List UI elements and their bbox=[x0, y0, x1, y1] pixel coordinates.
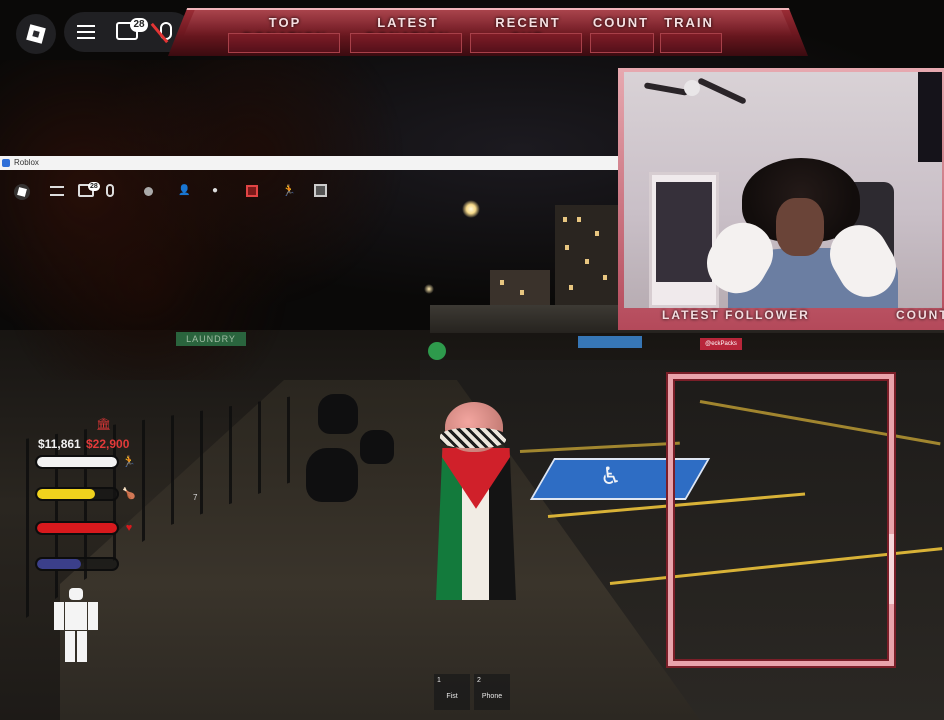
slot-label: Fist bbox=[446, 693, 458, 700]
roblox-logo-button[interactable] bbox=[16, 14, 56, 54]
slot-label: Phone bbox=[481, 693, 503, 700]
hunger-fill bbox=[37, 489, 95, 499]
latest-donation-value-box bbox=[350, 33, 462, 53]
train-value-box bbox=[660, 33, 722, 53]
street-lamp-distant bbox=[424, 284, 434, 294]
blue-storefront-sign bbox=[578, 336, 642, 348]
webcam-feed bbox=[624, 72, 942, 308]
roblox-logo-icon[interactable] bbox=[14, 184, 30, 200]
map-icon[interactable] bbox=[314, 184, 327, 197]
mic-muted-icon[interactable] bbox=[106, 184, 114, 197]
label-count: COUNT bbox=[592, 15, 650, 30]
follower-count-label: COUNT bbox=[896, 308, 944, 322]
menu-icon[interactable] bbox=[50, 186, 64, 196]
bank-value: $22,900 bbox=[86, 437, 130, 451]
trash-bag bbox=[318, 394, 358, 434]
chat-badge: 28 bbox=[88, 182, 100, 191]
wall-tv bbox=[918, 72, 942, 162]
health-fill bbox=[37, 523, 117, 533]
stamina-bar bbox=[35, 455, 119, 469]
latest-follower-label: LATEST FOLLOWER bbox=[662, 308, 810, 322]
cash-value: $11,861 bbox=[38, 437, 81, 451]
health-bar bbox=[35, 521, 119, 535]
recent-sub-value-box bbox=[470, 33, 582, 53]
slot-number: 1 bbox=[437, 677, 441, 684]
hunger-bar bbox=[35, 487, 119, 501]
roblox-logo-icon bbox=[26, 24, 46, 44]
closet-interior bbox=[656, 182, 712, 282]
food-icon: 🍗 bbox=[122, 488, 136, 500]
bank-icon: 🏛 bbox=[96, 417, 112, 431]
roblox-app-icon bbox=[2, 159, 10, 167]
ceiling-fan bbox=[643, 77, 754, 105]
chat-unread-badge: 28 bbox=[130, 18, 148, 32]
run-icon[interactable]: 🏃 bbox=[282, 184, 296, 198]
top-donation-value-box bbox=[228, 33, 340, 53]
menu-icon[interactable] bbox=[77, 25, 95, 39]
apartment-building bbox=[555, 205, 620, 305]
stamina-fill bbox=[37, 457, 117, 467]
heart-icon: ♥ bbox=[125, 522, 133, 534]
distant-building bbox=[490, 270, 550, 310]
roblox-window-titlebar: Roblox bbox=[0, 156, 620, 170]
mic-muted-icon[interactable] bbox=[160, 22, 172, 40]
slot-number: 2 bbox=[477, 677, 481, 684]
hotbar-slot-fist[interactable]: 1 Fist bbox=[434, 674, 470, 710]
player-avatar-keffiyeh bbox=[440, 428, 506, 448]
running-icon: 🏃 bbox=[122, 456, 136, 468]
ad-sign: @eckPacks bbox=[700, 338, 742, 350]
game-viewport: LAUNDRY @eckPacks ♿ Roblox 28 👤 ● 🏃 28 T… bbox=[0, 0, 944, 720]
avatar-body-icon bbox=[54, 588, 98, 662]
streamer-face bbox=[776, 198, 824, 256]
transit-sign bbox=[428, 342, 446, 360]
laundry-sign: LAUNDRY bbox=[176, 332, 246, 346]
window-title: Roblox bbox=[14, 158, 39, 167]
hotbar-slot-phone[interactable]: 2 Phone bbox=[474, 674, 510, 710]
emote-icon[interactable] bbox=[144, 187, 153, 196]
trash-bag bbox=[306, 448, 358, 502]
trash-bag bbox=[360, 430, 394, 464]
energy-bar bbox=[35, 557, 119, 571]
wheelchair-icon: ♿ bbox=[600, 462, 622, 490]
player-icon[interactable]: 👤 bbox=[178, 185, 190, 197]
label-train: TRAIN bbox=[664, 15, 714, 30]
inner-toolbar: 28 👤 ● 🏃 bbox=[0, 176, 340, 206]
count-value-box bbox=[590, 33, 654, 53]
street-lamp bbox=[462, 200, 480, 218]
profile-icon[interactable]: ● bbox=[212, 185, 222, 197]
energy-fill bbox=[37, 559, 81, 569]
stream-alert-frame bbox=[668, 374, 894, 666]
record-icon[interactable] bbox=[246, 185, 258, 197]
player-avatar-flag bbox=[436, 448, 516, 600]
misc-number: 7 bbox=[193, 493, 198, 502]
